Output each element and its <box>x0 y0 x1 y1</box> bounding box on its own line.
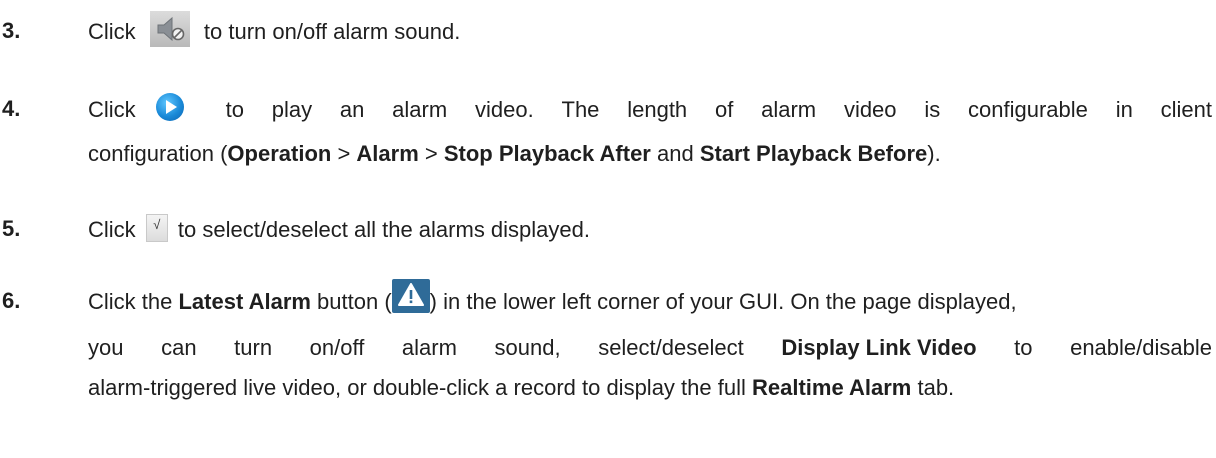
word: in <box>1115 97 1133 122</box>
text: tab. <box>911 375 955 400</box>
word: length <box>627 97 688 122</box>
text: > <box>331 141 357 166</box>
text: Click the <box>88 289 179 314</box>
word: alarm <box>761 97 817 122</box>
word: is <box>924 97 941 122</box>
word: you <box>88 335 124 360</box>
step-text-line-1: Click to play an alarm video. The length… <box>88 93 1212 124</box>
word: select/deselect <box>598 335 744 360</box>
text: ) in the lower left corner of your GUI. … <box>429 289 1017 314</box>
word: on/off <box>309 335 365 360</box>
text: ). <box>927 141 941 166</box>
word: play <box>271 97 313 122</box>
text: alarm-triggered live video, or double-cl… <box>88 375 752 400</box>
realtime-alarm-label: Realtime Alarm <box>751 375 912 400</box>
text: > <box>418 141 444 166</box>
step-text-line-2: you can turn on/off alarm sound, select/… <box>88 334 1212 362</box>
text-after-icon: to turn on/off alarm sound. <box>197 19 461 44</box>
word: an <box>339 97 365 122</box>
text-click: Click <box>88 217 142 242</box>
step-number: 4. <box>2 96 21 121</box>
word: turn <box>234 335 273 360</box>
word: configurable <box>968 97 1088 122</box>
text-after-icon: to select/deselect all the alarms displa… <box>171 217 590 242</box>
word: can <box>161 335 197 360</box>
word: alarm <box>392 97 448 122</box>
warning-icon <box>391 279 430 314</box>
play-icon <box>155 93 184 122</box>
step-text-line-3: alarm-triggered live video, or double-cl… <box>88 374 954 402</box>
word: enable/disable <box>1070 335 1212 360</box>
setting-start-playback-before: Start Playback Before <box>699 141 928 166</box>
word: video <box>843 97 897 122</box>
step-text: Click √ to select/deselect all the alarm… <box>88 214 590 244</box>
word: The <box>561 97 600 122</box>
text-click: Click <box>88 97 142 122</box>
text: button ( <box>310 289 392 314</box>
step-number: 5. <box>2 216 21 241</box>
word: to <box>1014 335 1033 360</box>
word: alarm <box>401 335 457 360</box>
word: video. <box>474 97 534 122</box>
setting-stop-playback-after: Stop Playback After <box>443 141 651 166</box>
step-text: Click to turn on/off alarm sound. <box>88 11 461 48</box>
word: sound, <box>494 335 561 360</box>
word: of <box>714 97 734 122</box>
text: configuration ( <box>88 141 228 166</box>
word: client <box>1160 97 1212 122</box>
text-click: Click <box>88 19 142 44</box>
step-text-line-1: Click the Latest Alarm button ( ) in the… <box>88 279 1017 316</box>
step-number: 3. <box>2 18 21 43</box>
menu-alarm: Alarm <box>356 141 419 166</box>
menu-operation: Operation <box>227 141 332 166</box>
step-number: 6. <box>2 288 21 313</box>
display-link-video-label: Display Link Video <box>781 335 977 360</box>
step-text-line-2: configuration (Operation > Alarm > Stop … <box>88 140 941 168</box>
select-all-checkbox-icon: √ <box>145 214 168 243</box>
word: to <box>225 97 244 122</box>
speaker-mute-icon <box>149 11 190 48</box>
text: and <box>650 141 700 166</box>
latest-alarm-label: Latest Alarm <box>178 289 311 314</box>
